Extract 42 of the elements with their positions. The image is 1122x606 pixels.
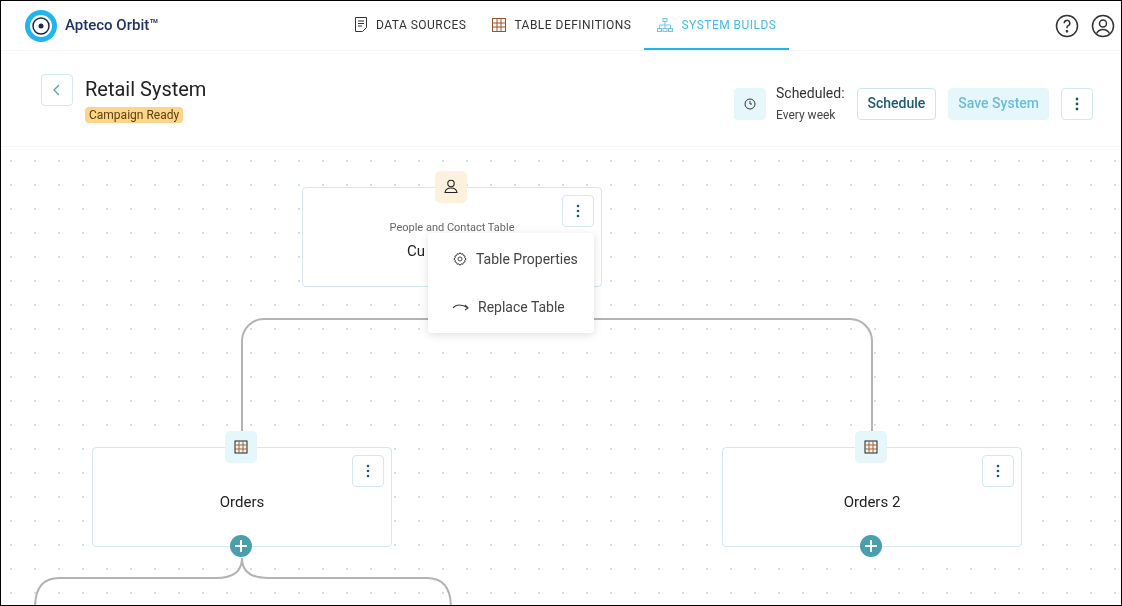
curved-arrow-icon [452,302,470,312]
more-icon [1075,96,1079,111]
table-icon [855,431,887,463]
table-icon [225,431,257,463]
person-icon [435,171,467,203]
grid-icon [492,17,507,32]
menu-item[interactable]: Table Properties [428,235,594,283]
table-node[interactable]: Orders 2 [722,447,1022,547]
node-menu-button[interactable] [982,455,1014,487]
app-name: Apteco Orbit™ [65,15,159,37]
page-title: Retail System [85,76,207,103]
logo-icon [25,9,57,42]
more-button[interactable] [1061,87,1093,120]
chevron-left-icon [52,83,62,97]
add-button[interactable] [230,535,252,557]
hierarchy-icon [657,17,674,32]
clock-icon [734,87,766,120]
status-badge: Campaign Ready [85,107,184,123]
gear-icon [452,251,468,267]
node-menu-button[interactable] [562,195,594,227]
nav-tab[interactable]: DATA SOURCES [341,1,480,50]
nav-tab[interactable]: TABLE DEFINITIONS [479,1,645,50]
action-button[interactable]: Schedule [856,87,937,120]
node-subtitle: People and Contact Table [388,220,516,236]
help-icon[interactable] [1055,13,1079,38]
document-icon [354,17,368,32]
back-button[interactable] [41,74,73,106]
schedule-label: Scheduled: [776,84,845,103]
more-icon [996,464,1000,478]
plus-icon [865,540,877,552]
schedule-value: Every week [776,107,837,124]
more-icon [576,204,580,218]
menu-item[interactable]: Replace Table [428,283,594,331]
user-icon[interactable] [1091,13,1115,38]
node-menu-button[interactable] [352,455,384,487]
add-button[interactable] [860,535,882,557]
node-title: Orders 2 [842,492,902,513]
plus-icon [235,540,247,552]
node-title: Orders [218,492,266,513]
node-title: Cu [407,241,426,262]
more-icon [366,464,370,478]
table-node[interactable]: Orders [92,447,392,547]
